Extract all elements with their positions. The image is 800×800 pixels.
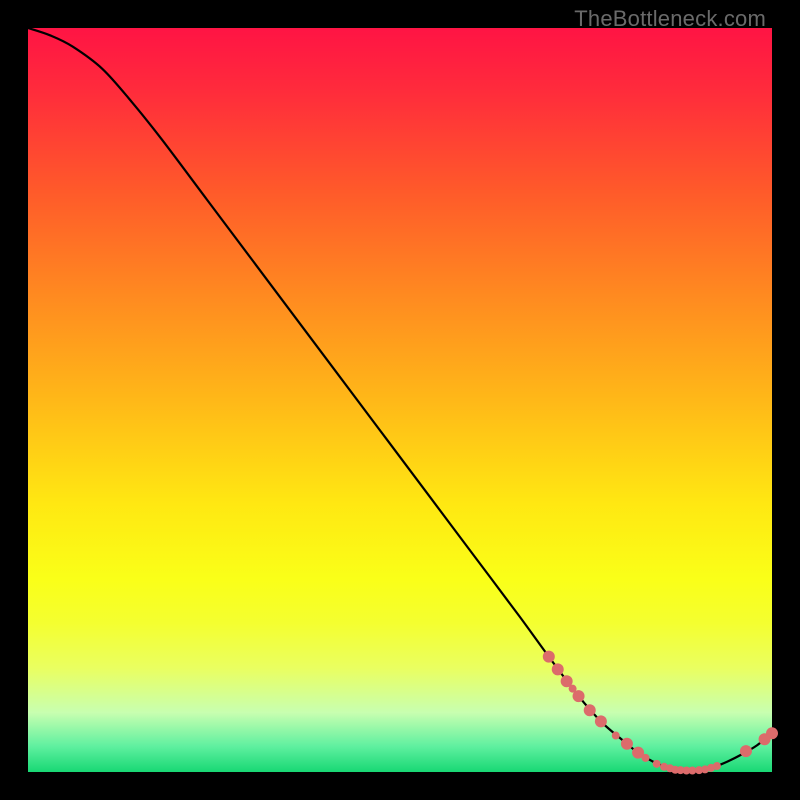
data-point-dot	[713, 762, 721, 770]
data-point-dot	[552, 663, 564, 675]
chart-plot-area	[28, 28, 772, 772]
data-point-dot	[621, 738, 633, 750]
data-point-dot	[573, 690, 585, 702]
bottleneck-curve	[28, 28, 772, 771]
bottleneck-curve-svg	[28, 28, 772, 772]
data-point-dot	[584, 704, 596, 716]
data-point-dot	[642, 754, 650, 762]
data-point-dot	[612, 732, 620, 740]
data-point-dot	[653, 760, 661, 768]
data-point-dot	[543, 651, 555, 663]
data-point-dot	[740, 745, 752, 757]
data-point-dot	[595, 715, 607, 727]
data-point-dot	[766, 727, 778, 739]
